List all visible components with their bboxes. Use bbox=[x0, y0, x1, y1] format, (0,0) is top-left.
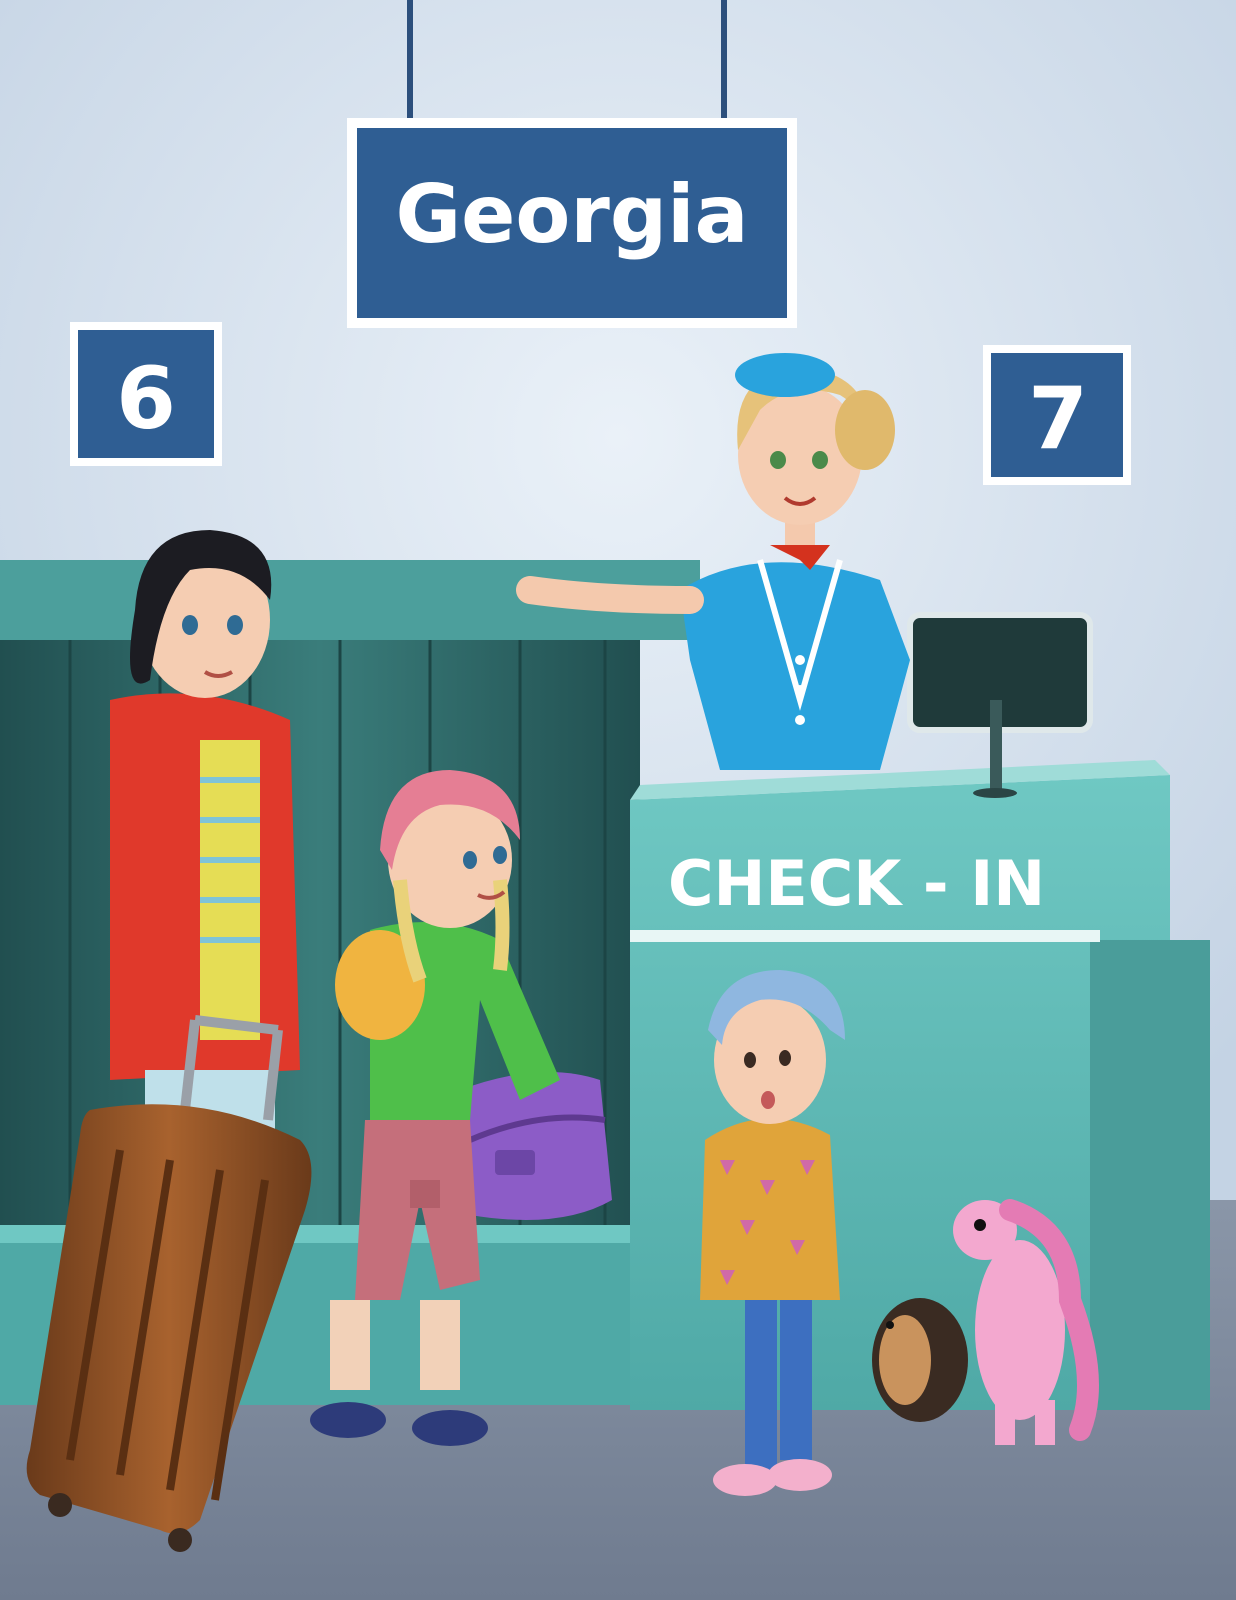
destination-label: Georgia bbox=[395, 168, 748, 261]
purple-bag bbox=[460, 1072, 612, 1220]
checkin-label: CHECK - IN bbox=[668, 847, 1045, 920]
gate-sign-6: 6 bbox=[70, 322, 222, 466]
airport-checkin-illustration: Georgia 6 7 CHECK - IN bbox=[0, 0, 1236, 1600]
gate-7-label: 7 bbox=[1028, 369, 1088, 469]
gate-6-label: 6 bbox=[116, 349, 176, 449]
hedgehog-toy bbox=[872, 1298, 968, 1422]
gate-sign-7: 7 bbox=[983, 345, 1131, 485]
destination-sign: Georgia bbox=[347, 118, 797, 328]
